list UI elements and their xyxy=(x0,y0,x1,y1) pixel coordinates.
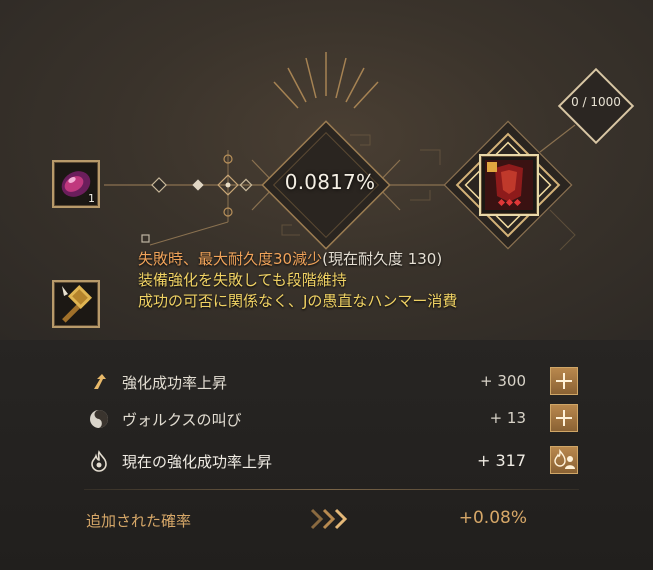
added-probability-value: +0.08% xyxy=(458,508,527,528)
plus-icon xyxy=(556,410,572,426)
sunburst-rays xyxy=(273,52,379,109)
small-square-marker xyxy=(141,234,150,243)
hammer-icon xyxy=(62,284,93,323)
bonus-row-valks: ヴォルクスの叫び + 13 xyxy=(88,404,588,436)
add-success-rate-button[interactable] xyxy=(550,367,578,395)
material-slot[interactable]: 1 xyxy=(52,160,100,208)
material-count: 1 xyxy=(88,192,95,205)
bonus-value: + 13 xyxy=(489,409,526,427)
flame-icon xyxy=(91,450,107,472)
bonus-label: 現在の強化成功率上昇 xyxy=(122,453,273,471)
arrow-up-icon xyxy=(94,374,106,389)
add-valks-button[interactable] xyxy=(550,404,578,432)
description-line-3: 成功の可否に関係なく、Jの愚直なハンマー消費 xyxy=(138,292,458,310)
current-rate-detail-button[interactable] xyxy=(550,446,578,474)
bonus-label: ヴォルクスの叫び xyxy=(122,411,242,429)
bonus-row-current-rate: 現在の強化成功率上昇 + 317 xyxy=(88,446,588,478)
section-divider xyxy=(84,489,579,490)
bonus-value: + 317 xyxy=(476,451,526,470)
target-equipment-slot[interactable] xyxy=(479,154,539,216)
fire-people-icon xyxy=(554,448,575,469)
success-probability: 0.0817% xyxy=(284,170,376,194)
description-line-2: 装備強化を失敗しても段階維持 xyxy=(138,271,347,289)
bonus-value: + 300 xyxy=(480,372,526,390)
plus-icon xyxy=(556,373,572,389)
hammer-slot[interactable] xyxy=(52,280,100,328)
armor-icon xyxy=(485,160,533,210)
current-durability: (現在耐久度 130) xyxy=(322,250,443,268)
valks-cry-icon xyxy=(90,410,108,428)
node-diamond xyxy=(192,179,204,191)
node-diamond xyxy=(151,177,167,193)
bonus-label: 強化成功率上昇 xyxy=(122,374,228,392)
failstack-count: 0 / 1000 xyxy=(571,95,621,109)
durability-warning: 失敗時、最大耐久度30減少 xyxy=(138,250,323,268)
enhance-description: 失敗時、最大耐久度30減少(現在耐久度 130) 装備強化を失敗しても段階維持 … xyxy=(138,249,558,312)
triple-chevron-icon xyxy=(310,508,348,530)
added-probability-label: 追加された確率 xyxy=(86,512,192,530)
bonus-row-success-rate: 強化成功率上昇 + 300 xyxy=(88,367,588,399)
